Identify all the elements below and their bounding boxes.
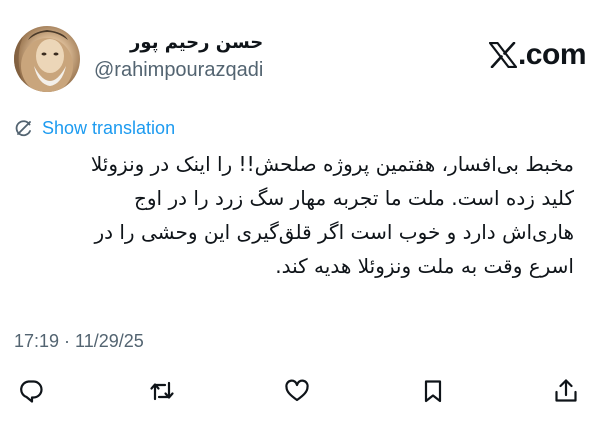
tweet-timestamp[interactable]: 17:19 · 11/29/25 [14, 331, 144, 352]
tweet-header: حسن رحیم پور @rahimpourazqadi .com [14, 26, 587, 98]
bookmark-button[interactable] [416, 374, 450, 408]
like-button[interactable] [280, 374, 314, 408]
share-icon [555, 379, 577, 402]
reply-icon [20, 380, 43, 403]
reply-button[interactable] [14, 374, 48, 408]
share-button[interactable] [549, 374, 583, 408]
translate-icon [15, 120, 31, 137]
brand-label: .com [517, 38, 587, 71]
display-name[interactable]: حسن رحیم پور [108, 32, 263, 54]
avatar-image [14, 26, 73, 92]
tweet-text: مخبط بی‌افسار، هفتمین پروژه صلحش!! را ای… [90, 152, 574, 278]
brand-mark: .com [488, 38, 587, 72]
repost-icon [150, 381, 174, 401]
heart-icon [285, 379, 309, 402]
avatar[interactable] [14, 26, 80, 92]
repost-button[interactable] [145, 374, 179, 408]
bookmark-icon [424, 380, 442, 403]
show-translation-label[interactable]: Show translation [42, 118, 175, 139]
author-names: حسن رحیم پور @rahimpourazqadi [94, 32, 263, 83]
show-translation-link[interactable]: Show translation [14, 116, 175, 140]
x-logo-icon [488, 42, 517, 68]
handle[interactable]: @rahimpourazqadi [94, 57, 263, 83]
action-bar [14, 374, 586, 408]
